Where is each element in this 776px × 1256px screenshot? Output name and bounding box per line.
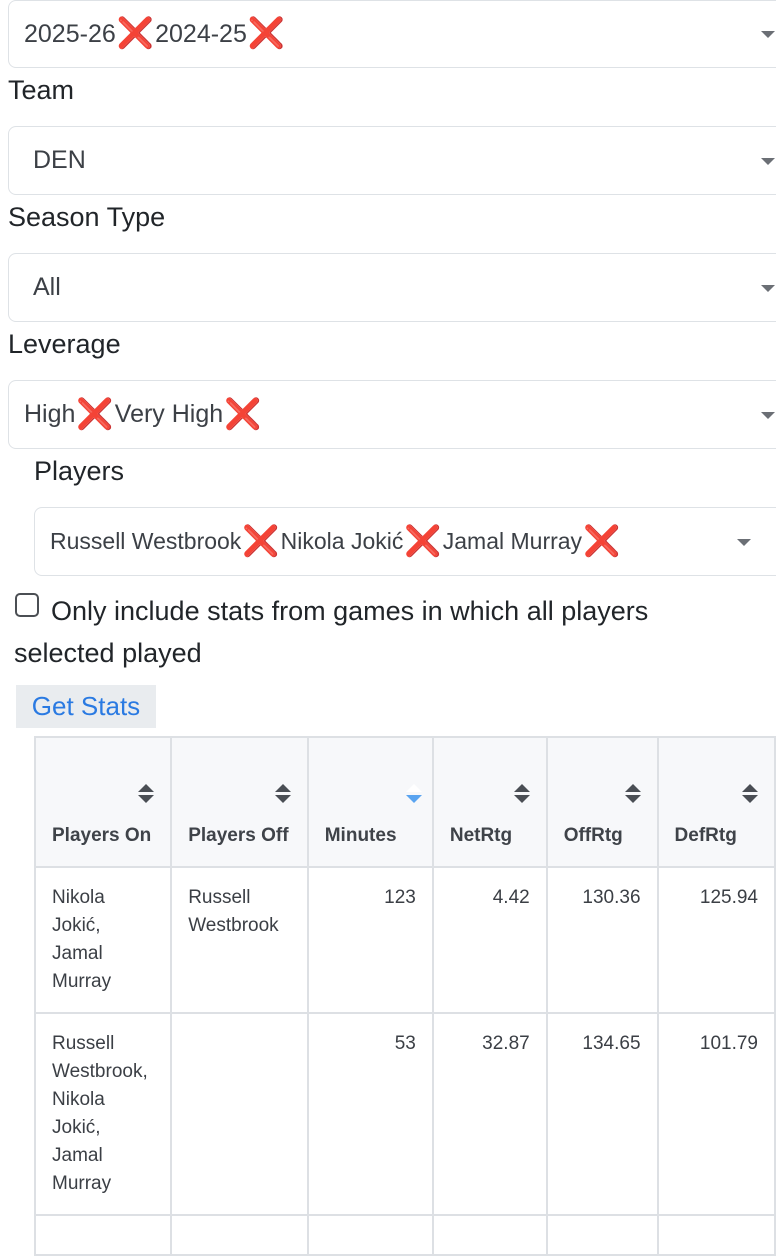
- team-label: Team: [8, 75, 75, 105]
- players-off-cell: Russell Westbrook: [170, 866, 309, 1014]
- chevron-down-icon[interactable]: [761, 157, 775, 165]
- leverage-chips: High ❌ Very High ❌: [24, 399, 263, 430]
- all-players-played-label: Only include stats from games in which a…: [14, 596, 649, 668]
- remove-leverage-icon[interactable]: ❌: [76, 399, 113, 430]
- minutes-cell: 123: [306, 866, 434, 1014]
- players-chips: Russell Westbrook ❌ Nikola Jokić ❌ Jamal Mur…: [50, 526, 621, 557]
- player-chip: Nikola Jokić: [280, 528, 404, 554]
- remove-player-icon[interactable]: ❌: [583, 526, 620, 557]
- column-header-players-off[interactable]: Players Off: [170, 736, 309, 868]
- players-on-cell: Russell Westbrook, Nikola Jokić, Jamal M…: [33, 1012, 173, 1216]
- netrtg-cell: 4.42: [431, 866, 548, 1014]
- season-type-select[interactable]: All: [8, 253, 776, 322]
- defrtg-cell: 101.79: [656, 1012, 776, 1216]
- sort-icon[interactable]: [513, 784, 530, 804]
- season-type-label: Season Type: [8, 202, 166, 232]
- player-chip: Jamal Murray: [442, 528, 583, 554]
- column-label: NetRtg: [449, 825, 513, 846]
- leverage-chip: Very High: [114, 400, 224, 428]
- team-select[interactable]: DEN: [8, 126, 776, 195]
- sort-icon[interactable]: [274, 784, 291, 804]
- team-value: DEN: [33, 146, 86, 174]
- minutes-cell: 53: [306, 1012, 434, 1216]
- column-label: Minutes: [324, 825, 397, 846]
- chevron-down-icon[interactable]: [737, 538, 751, 546]
- table-header-row: Players On Players Off Minutes NetRtg Of…: [33, 736, 776, 868]
- player-chip: Russell Westbrook: [50, 528, 242, 554]
- column-header-defrtg[interactable]: DefRtg: [656, 736, 776, 868]
- column-label: DefRtg: [674, 825, 737, 846]
- leverage-select[interactable]: High ❌ Very High ❌: [8, 380, 776, 449]
- offrtg-cell: 134.65: [545, 1012, 659, 1216]
- get-stats-button[interactable]: Get Stats: [16, 685, 156, 728]
- offrtg-cell: 130.36: [545, 866, 659, 1014]
- players-select[interactable]: Russell Westbrook ❌ Nikola Jokić ❌ Jamal Mur…: [34, 507, 776, 576]
- sort-descending-icon[interactable]: [405, 784, 422, 804]
- players-on-cell: Nikola Jokić, Jamal Murray: [33, 866, 173, 1014]
- chevron-down-icon[interactable]: [761, 284, 775, 292]
- chevron-down-icon[interactable]: [761, 411, 775, 419]
- players-off-cell: [170, 1012, 309, 1216]
- sort-icon[interactable]: [138, 784, 155, 804]
- column-header-netrtg[interactable]: NetRtg: [431, 736, 548, 868]
- stats-table: Players On Players Off Minutes NetRtg Of…: [33, 736, 776, 1256]
- season-chip: 2025-26: [24, 19, 116, 48]
- column-header-minutes[interactable]: Minutes: [306, 736, 434, 868]
- sort-icon[interactable]: [624, 784, 641, 804]
- remove-player-icon[interactable]: ❌: [404, 526, 441, 557]
- leverage-chip: High: [24, 400, 76, 428]
- netrtg-cell: 32.87: [431, 1012, 548, 1216]
- table-row: [33, 1214, 776, 1256]
- players-label: Players: [34, 456, 125, 486]
- column-label: Players On: [52, 825, 152, 846]
- remove-leverage-icon[interactable]: ❌: [224, 399, 261, 430]
- table-row: Russell Westbrook, Nikola Jokić, Jamal M…: [33, 1012, 776, 1216]
- remove-season-icon[interactable]: ❌: [117, 19, 154, 49]
- remove-player-icon[interactable]: ❌: [242, 526, 279, 557]
- column-header-players-on[interactable]: Players On: [33, 736, 173, 868]
- remove-season-icon[interactable]: ❌: [248, 19, 285, 49]
- season-select[interactable]: 2025-26 ❌ 2024-25 ❌: [8, 0, 776, 68]
- chevron-down-icon[interactable]: [761, 31, 775, 38]
- sort-icon[interactable]: [742, 784, 758, 804]
- column-label: OffRtg: [563, 825, 623, 846]
- column-header-offrtg[interactable]: OffRtg: [545, 736, 659, 868]
- table-row: Nikola Jokić, Jamal Murray Russell Westb…: [33, 866, 776, 1014]
- column-label: Players Off: [188, 825, 289, 846]
- season-chips: 2025-26 ❌ 2024-25 ❌: [24, 19, 286, 49]
- leverage-label: Leverage: [8, 329, 121, 359]
- season-chip: 2024-25: [155, 19, 247, 48]
- season-type-value: All: [33, 273, 61, 301]
- defrtg-cell: 125.94: [656, 866, 776, 1014]
